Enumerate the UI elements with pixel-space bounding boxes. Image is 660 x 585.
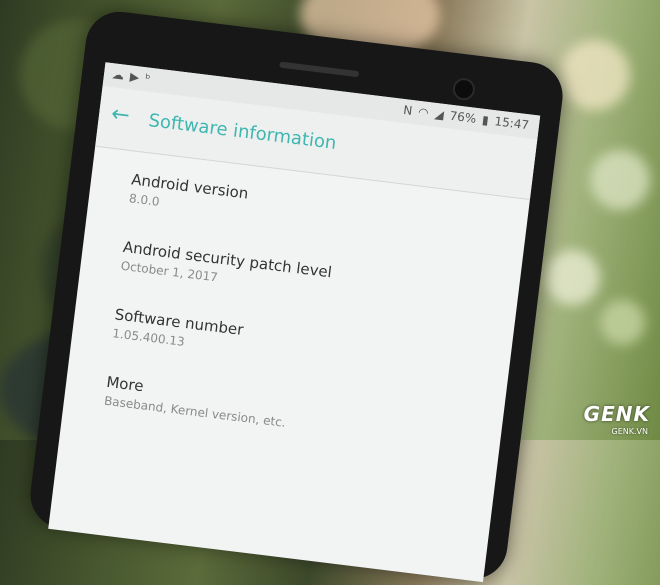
list-item-software-number[interactable]: Software number 1.05.400.13 [112,305,245,356]
nfc-icon: N [402,102,414,118]
page-title: Software information [147,110,338,154]
list-item-android-version[interactable]: Android version 8.0.0 [128,170,249,219]
front-camera [451,76,477,102]
background-bokeh [590,150,650,210]
back-arrow-icon[interactable]: ← [110,101,131,128]
watermark-url: GENK.VN [611,427,648,436]
phone-device: ☁ ▶ ᵇ N ◠ ◢ 76% ▮ 15:47 ← Software infor… [26,8,567,583]
play-store-icon: ▶ [129,69,140,85]
list-item-security-patch[interactable]: Android security patch level October 1, … [120,238,333,298]
beats-icon: ᵇ [144,71,152,86]
wifi-icon: ◠ [417,104,430,120]
battery-icon: ▮ [481,112,490,128]
background-bokeh [545,250,600,305]
background-bokeh [560,40,630,110]
list-item-more[interactable]: More Baseband, Kernel version, etc. [103,373,289,430]
clock: 15:47 [493,114,530,133]
battery-level: 76% [448,108,478,126]
signal-icon: ◢ [433,106,445,122]
background-bokeh [600,300,645,345]
earpiece-speaker [279,61,360,78]
watermark-logo: GENK [583,402,650,426]
cloud-upload-icon: ☁ [111,67,125,83]
phone-screen: ☁ ▶ ᵇ N ◠ ◢ 76% ▮ 15:47 ← Software infor… [48,62,541,583]
